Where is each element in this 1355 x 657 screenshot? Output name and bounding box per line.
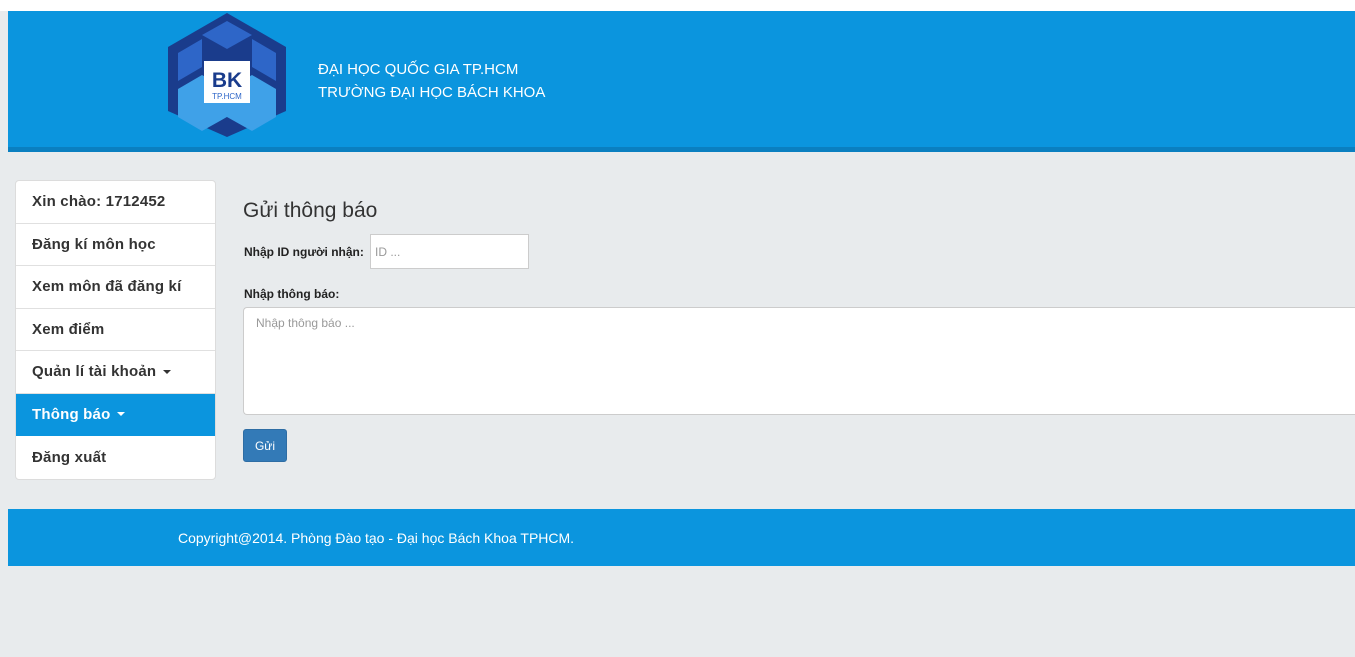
send-button[interactable]: Gửi (243, 429, 287, 462)
sidebar-item-label: Xem điểm (32, 320, 105, 338)
caret-down-icon (117, 412, 126, 417)
sidebar-item-view-registered[interactable]: Xem môn đã đăng kí (16, 266, 215, 309)
sidebar-item-label: Thông báo (32, 405, 111, 423)
message-textarea[interactable] (243, 307, 1355, 415)
sidebar-item-label: Xem môn đã đăng kí (32, 278, 182, 296)
sidebar-item-label: Xin chào: 1712452 (32, 193, 166, 211)
sidebar-item-label: Đăng kí môn học (32, 235, 156, 253)
recipient-id-label: Nhập ID người nhận: (244, 245, 364, 259)
footer-copyright: Copyright@2014. Phòng Đào tạo - Đại học … (178, 530, 575, 546)
caret-down-icon (163, 369, 172, 374)
sidebar-nav: Xin chào: 1712452 Đăng kí môn học Xem mô… (15, 180, 216, 480)
sidebar-item-account-management[interactable]: Quản lí tài khoản (16, 351, 215, 394)
sidebar-item-greeting[interactable]: Xin chào: 1712452 (16, 181, 215, 224)
header-line-1: ĐẠI HỌC QUỐC GIA TP.HCM (318, 61, 519, 78)
bk-logo: BK TP.HCM (168, 13, 286, 137)
header-text: ĐẠI HỌC QUỐC GIA TP.HCM TRƯỜNG ĐẠI HỌC B… (318, 58, 545, 104)
sidebar-item-register-courses[interactable]: Đăng kí môn học (16, 224, 215, 266)
logo-subtext: TP.HCM (212, 92, 242, 101)
sidebar-item-label: Quản lí tài khoản (32, 363, 157, 381)
sidebar-item-label: Đăng xuất (32, 448, 107, 466)
logo-text: BK (212, 69, 242, 92)
sidebar-item-view-grades[interactable]: Xem điểm (16, 309, 215, 351)
message-label: Nhập thông báo: (244, 287, 340, 301)
sidebar-item-notifications[interactable]: Thông báo (16, 393, 215, 436)
header-line-2: TRƯỜNG ĐẠI HỌC BÁCH KHOA (318, 84, 546, 101)
site-header: BK TP.HCM ĐẠI HỌC QUỐC GIA TP.HCM TRƯỜNG… (8, 11, 1355, 152)
page-title: Gửi thông báo (243, 199, 378, 222)
site-footer: Copyright@2014. Phòng Đào tạo - Đại học … (8, 509, 1355, 566)
sidebar-item-logout[interactable]: Đăng xuất (16, 436, 215, 479)
top-strip (0, 0, 1355, 11)
recipient-id-input[interactable] (370, 234, 529, 269)
